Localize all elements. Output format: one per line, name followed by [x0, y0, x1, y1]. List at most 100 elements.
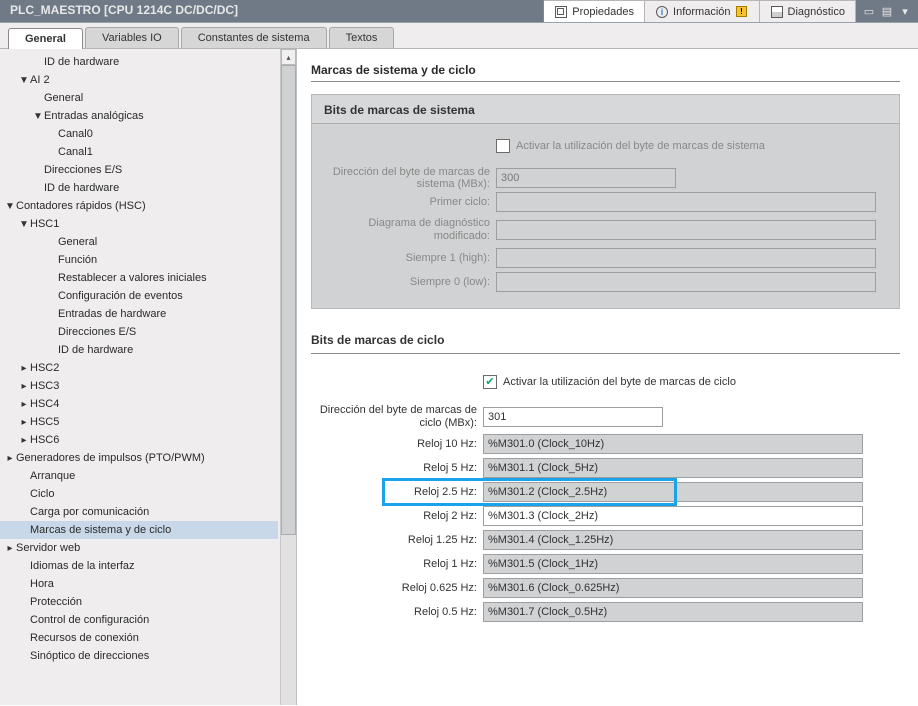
tree-item-label: ID de hardware	[44, 56, 119, 68]
tab-variables-io[interactable]: Variables IO	[85, 27, 179, 48]
dock-icon[interactable]: ▤	[880, 5, 894, 18]
tree-item[interactable]: Carga por comunicación	[0, 503, 278, 521]
tree-item[interactable]: Recursos de conexión	[0, 629, 278, 647]
tree-item-label: Ciclo	[30, 488, 54, 500]
tree-item[interactable]: ▸Generadores de impulsos (PTO/PWM)	[0, 449, 278, 467]
properties-icon	[554, 5, 568, 19]
tab-properties[interactable]: Propiedades	[544, 0, 645, 22]
cyc-enable-checkbox[interactable]	[483, 375, 497, 389]
collapse-icon[interactable]: ▭	[862, 5, 876, 18]
field-label: Dirección del byte de marcas de ciclo (M…	[311, 404, 483, 430]
tab-variables-io-label: Variables IO	[102, 32, 162, 44]
tab-properties-label: Propiedades	[572, 6, 634, 18]
tree-item-label: Canal1	[58, 146, 93, 158]
tree-item-label: HSC2	[30, 362, 59, 374]
tree-item[interactable]: Direcciones E/S	[0, 323, 278, 341]
clock-0-5hz-input	[483, 602, 863, 622]
tree-item-label: Generadores de impulsos (PTO/PWM)	[16, 452, 205, 464]
tree-item[interactable]: Configuración de eventos	[0, 287, 278, 305]
field-label: Diagrama de diagnóstico modificado:	[324, 217, 496, 243]
tree-item-label: Sinóptico de direcciones	[30, 650, 149, 662]
tree-item[interactable]: ▼Entradas analógicas	[0, 107, 278, 125]
panel-title: Bits de marcas de ciclo	[311, 325, 900, 354]
tree-item-label: Función	[58, 254, 97, 266]
tree-item-label: AI 2	[30, 74, 50, 86]
tab-general[interactable]: General	[8, 28, 83, 49]
tree-item[interactable]: Ciclo	[0, 485, 278, 503]
nav-tree[interactable]: ID de hardware ▼AI 2 General ▼Entradas a…	[0, 49, 280, 705]
tree-item[interactable]: Idiomas de la interfaz	[0, 557, 278, 575]
tree-item[interactable]: Direcciones E/S	[0, 161, 278, 179]
tab-texts-label: Textos	[346, 32, 378, 44]
tree-item-label: Arranque	[30, 470, 75, 482]
tree-item-label: Direcciones E/S	[58, 326, 136, 338]
tree-item-label: General	[44, 92, 83, 104]
tree-item-label: Entradas de hardware	[58, 308, 166, 320]
sys-enable-checkbox[interactable]	[496, 139, 510, 153]
tree-item[interactable]: Entradas de hardware	[0, 305, 278, 323]
tree-item[interactable]: ▸HSC5	[0, 413, 278, 431]
tab-general-label: General	[25, 33, 66, 45]
tree-item-label: Contadores rápidos (HSC)	[16, 200, 146, 212]
tree-item[interactable]: ▸HSC2	[0, 359, 278, 377]
tree-item[interactable]: Control de configuración	[0, 611, 278, 629]
sys-addr-input[interactable]	[496, 168, 676, 188]
tree-item[interactable]: Canal1	[0, 143, 278, 161]
tree-item-label: HSC5	[30, 416, 59, 428]
tree-item[interactable]: ID de hardware	[0, 179, 278, 197]
minimize-icon[interactable]: ▾	[898, 5, 912, 18]
cyc-addr-input[interactable]	[483, 407, 663, 427]
window-title: PLC_MAESTRO [CPU 1214C DC/DC/DC]	[0, 0, 248, 22]
tree-item[interactable]: Hora	[0, 575, 278, 593]
field-label: Reloj 1.25 Hz:	[311, 534, 483, 546]
sys-always0-input	[496, 272, 876, 292]
tab-system-constants-label: Constantes de sistema	[198, 32, 310, 44]
tab-diagnostics[interactable]: Diagnóstico	[760, 0, 856, 22]
clock-2-5hz-input	[483, 482, 863, 502]
field-label: Reloj 2.5 Hz:	[311, 486, 483, 498]
tree-item[interactable]: Canal0	[0, 125, 278, 143]
tree-item[interactable]: Función	[0, 251, 278, 269]
tree-item[interactable]: Arranque	[0, 467, 278, 485]
tree-item[interactable]: Sinóptico de direcciones	[0, 647, 278, 665]
clock-2hz-input	[483, 506, 863, 526]
tab-system-constants[interactable]: Constantes de sistema	[181, 27, 327, 48]
scroll-up-icon[interactable]: ▴	[281, 49, 296, 65]
tree-item-label: General	[58, 236, 97, 248]
tree-item[interactable]: General	[0, 89, 278, 107]
tree-item[interactable]: ID de hardware	[0, 53, 278, 71]
tree-item-label: HSC3	[30, 380, 59, 392]
tree-scrollbar[interactable]: ▴	[280, 49, 296, 705]
tree-item[interactable]: ▸HSC6	[0, 431, 278, 449]
main-tabstrip: General Variables IO Constantes de siste…	[0, 23, 918, 49]
field-label: Reloj 1 Hz:	[311, 558, 483, 570]
clock-5hz-input	[483, 458, 863, 478]
tree-item-label: ID de hardware	[58, 344, 133, 356]
tree-item[interactable]: Protección	[0, 593, 278, 611]
tree-item[interactable]: ▼HSC1	[0, 215, 278, 233]
cyc-enable-label: Activar la utilización del byte de marca…	[503, 376, 736, 388]
tab-texts[interactable]: Textos	[329, 27, 395, 48]
clock-1-25hz-input	[483, 530, 863, 550]
tree-item[interactable]: ▼Contadores rápidos (HSC)	[0, 197, 278, 215]
tree-item[interactable]: ▼AI 2	[0, 71, 278, 89]
tree-item-label: Idiomas de la interfaz	[30, 560, 135, 572]
tree-item-label: Marcas de sistema y de ciclo	[30, 524, 171, 536]
sys-enable-label: Activar la utilización del byte de marca…	[516, 140, 765, 152]
page-title: Marcas de sistema y de ciclo	[311, 63, 900, 82]
tab-info[interactable]: i Información !	[645, 0, 759, 22]
tree-item[interactable]: ▸HSC3	[0, 377, 278, 395]
panel-title: Bits de marcas de sistema	[312, 95, 899, 124]
field-label: Siempre 1 (high):	[324, 252, 496, 264]
warning-icon: !	[735, 5, 749, 19]
tree-item-label: HSC4	[30, 398, 59, 410]
field-label: Primer ciclo:	[324, 196, 496, 208]
tree-item[interactable]: Restablecer a valores iniciales	[0, 269, 278, 287]
scroll-thumb[interactable]	[281, 65, 296, 535]
tree-item[interactable]: ▸Servidor web	[0, 539, 278, 557]
tree-item[interactable]: General	[0, 233, 278, 251]
tree-item-selected[interactable]: Marcas de sistema y de ciclo	[0, 521, 278, 539]
tree-item[interactable]: ID de hardware	[0, 341, 278, 359]
tree-item-label: Control de configuración	[30, 614, 149, 626]
tree-item[interactable]: ▸HSC4	[0, 395, 278, 413]
